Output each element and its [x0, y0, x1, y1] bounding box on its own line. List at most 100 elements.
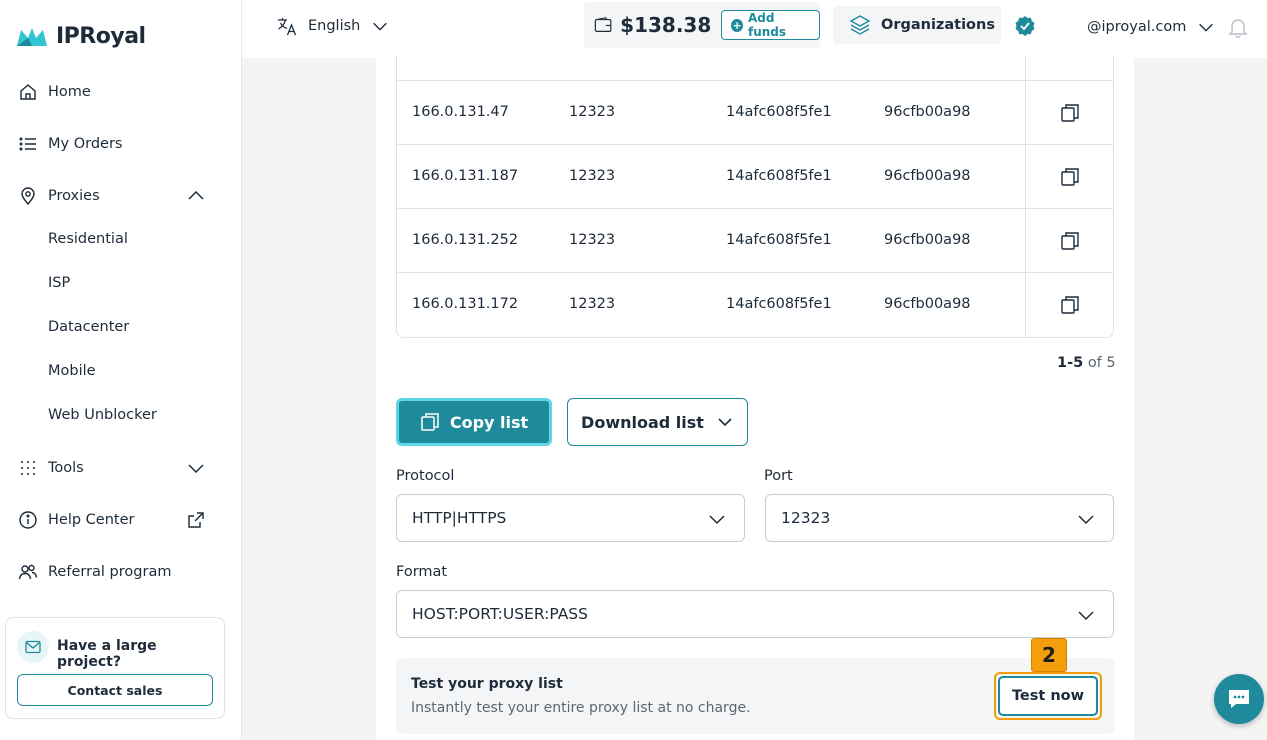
sales-promo-card: Have a large project? Contact sales	[5, 617, 225, 719]
proxy-table: 166.0.131.47 12323 14afc608f5fe1 96cfb00…	[396, 56, 1114, 338]
account-email: @iproyal.com	[1087, 19, 1187, 35]
chat-widget-button[interactable]	[1214, 674, 1264, 724]
users-icon	[18, 564, 38, 580]
test-subtitle: Instantly test your entire proxy list at…	[411, 700, 751, 716]
top-header: English $138.38 + Add funds Organization…	[242, 0, 1267, 58]
logo[interactable]: IPRoyal	[16, 24, 146, 49]
proxy-ip: 166.0.131.187	[412, 168, 519, 184]
chevron-down-icon	[709, 515, 725, 525]
bell-icon[interactable]	[1227, 16, 1249, 38]
pagination-total: of 5	[1087, 355, 1116, 371]
copy-icon	[421, 413, 439, 431]
proxy-password: 96cfb00a98	[884, 232, 971, 248]
step-badge: 2	[1031, 638, 1067, 672]
copy-row-button[interactable]	[1025, 81, 1113, 145]
language-label: English	[308, 18, 361, 34]
proxy-ip: 166.0.131.252	[412, 232, 519, 248]
promo-icon-wrap	[17, 631, 49, 663]
grid-dots-icon	[21, 461, 35, 475]
sidebar-item-tools[interactable]: Tools	[18, 456, 84, 480]
copy-list-label: Copy list	[449, 412, 529, 432]
sidebar-subitem-datacenter[interactable]: Datacenter	[48, 319, 129, 335]
copy-row-button[interactable]	[1025, 209, 1113, 273]
copy-row-button[interactable]	[1025, 145, 1113, 209]
chevron-down-icon	[1078, 611, 1094, 621]
format-value: HOST:PORT:USER:PASS	[412, 605, 588, 623]
copy-icon	[1060, 104, 1079, 122]
chevron-down-icon	[373, 22, 388, 31]
organizations-button[interactable]: Organizations	[833, 6, 1001, 44]
location-pin-icon	[21, 187, 35, 206]
sidebar-subitem-mobile[interactable]: Mobile	[48, 363, 96, 379]
proxy-username: 14afc608f5fe1	[726, 104, 832, 120]
mail-icon	[25, 640, 41, 654]
port-label: Port	[764, 468, 793, 484]
copy-icon	[1060, 296, 1079, 314]
sidebar-item-label: Referral program	[48, 564, 172, 580]
sidebar-item-label: Proxies	[48, 188, 100, 204]
add-funds-button[interactable]: + Add funds	[721, 10, 820, 40]
table-row: 166.0.131.172 12323 14afc608f5fe1 96cfb0…	[397, 272, 1113, 337]
table-column-divider	[1025, 56, 1026, 80]
port-select[interactable]: 12323	[765, 494, 1114, 542]
chevron-down-icon	[1078, 515, 1094, 525]
language-selector[interactable]: English	[276, 15, 390, 37]
add-funds-label: Add funds	[748, 11, 787, 39]
external-link-icon[interactable]	[186, 510, 206, 530]
sidebar-subitem-isp[interactable]: ISP	[48, 275, 70, 291]
sidebar: IPRoyal Home My Orders Proxies Residenti…	[0, 0, 242, 740]
protocol-value: HTTP|HTTPS	[412, 509, 507, 527]
sidebar-item-help-center[interactable]: Help Center	[18, 508, 134, 532]
test-now-button[interactable]: Test now	[998, 676, 1098, 716]
list-icon	[19, 137, 36, 151]
plus-icon: +	[731, 18, 743, 32]
copy-list-button[interactable]: Copy list	[396, 398, 552, 446]
proxy-username: 14afc608f5fe1	[726, 168, 832, 184]
proxy-username: 14afc608f5fe1	[726, 232, 832, 248]
table-row: 166.0.131.47 12323 14afc608f5fe1 96cfb00…	[397, 80, 1113, 145]
test-proxy-panel: Test your proxy list Instantly test your…	[396, 658, 1114, 734]
proxy-port: 12323	[569, 104, 616, 120]
account-menu[interactable]: @iproyal.com	[1087, 17, 1216, 37]
proxy-list-panel: 166.0.131.47 12323 14afc608f5fe1 96cfb00…	[376, 56, 1134, 740]
translate-icon	[278, 18, 297, 36]
logo-text: IPRoyal	[56, 24, 146, 49]
download-list-label: Download list	[581, 412, 704, 432]
sidebar-item-home[interactable]: Home	[18, 80, 91, 104]
download-list-button[interactable]: Download list	[567, 398, 748, 446]
pagination-range: 1-5	[1057, 355, 1084, 371]
layers-icon	[849, 15, 871, 35]
sidebar-item-label: Tools	[48, 460, 84, 476]
balance-panel: $138.38 + Add funds	[584, 2, 820, 48]
chevron-down-icon	[718, 418, 732, 427]
contact-sales-button[interactable]: Contact sales	[17, 674, 213, 706]
chevron-up-icon[interactable]	[186, 186, 206, 206]
proxy-username: 14afc608f5fe1	[726, 296, 832, 312]
sidebar-subitem-web-unblocker[interactable]: Web Unblocker	[48, 407, 157, 423]
sidebar-item-referral-program[interactable]: Referral program	[18, 560, 171, 584]
copy-icon	[1060, 168, 1079, 186]
proxy-port: 12323	[569, 168, 616, 184]
chat-bubble-icon	[1229, 690, 1249, 708]
promo-title: Have a large project?	[57, 638, 157, 670]
proxy-ip: 166.0.131.172	[412, 296, 519, 312]
proxy-password: 96cfb00a98	[884, 296, 971, 312]
pagination-info: 1-5 of 5	[1057, 355, 1116, 371]
sidebar-item-proxies[interactable]: Proxies	[18, 184, 100, 208]
format-label: Format	[396, 564, 448, 580]
proxy-port: 12323	[569, 296, 616, 312]
info-icon	[19, 511, 37, 529]
sidebar-subitem-residential[interactable]: Residential	[48, 231, 128, 247]
table-row: 166.0.131.252 12323 14afc608f5fe1 96cfb0…	[397, 208, 1113, 273]
table-row: 166.0.131.187 12323 14afc608f5fe1 96cfb0…	[397, 144, 1113, 209]
port-value: 12323	[781, 509, 831, 527]
format-select[interactable]: HOST:PORT:USER:PASS	[396, 590, 1114, 638]
chevron-down-icon[interactable]	[186, 458, 206, 478]
crown-logo-icon	[17, 27, 47, 46]
verified-badge-icon	[1015, 16, 1035, 36]
protocol-select[interactable]: HTTP|HTTPS	[396, 494, 745, 542]
wallet-icon	[594, 17, 612, 32]
sidebar-item-my-orders[interactable]: My Orders	[18, 132, 122, 156]
copy-row-button[interactable]	[1025, 273, 1113, 337]
organizations-label: Organizations	[881, 17, 995, 33]
